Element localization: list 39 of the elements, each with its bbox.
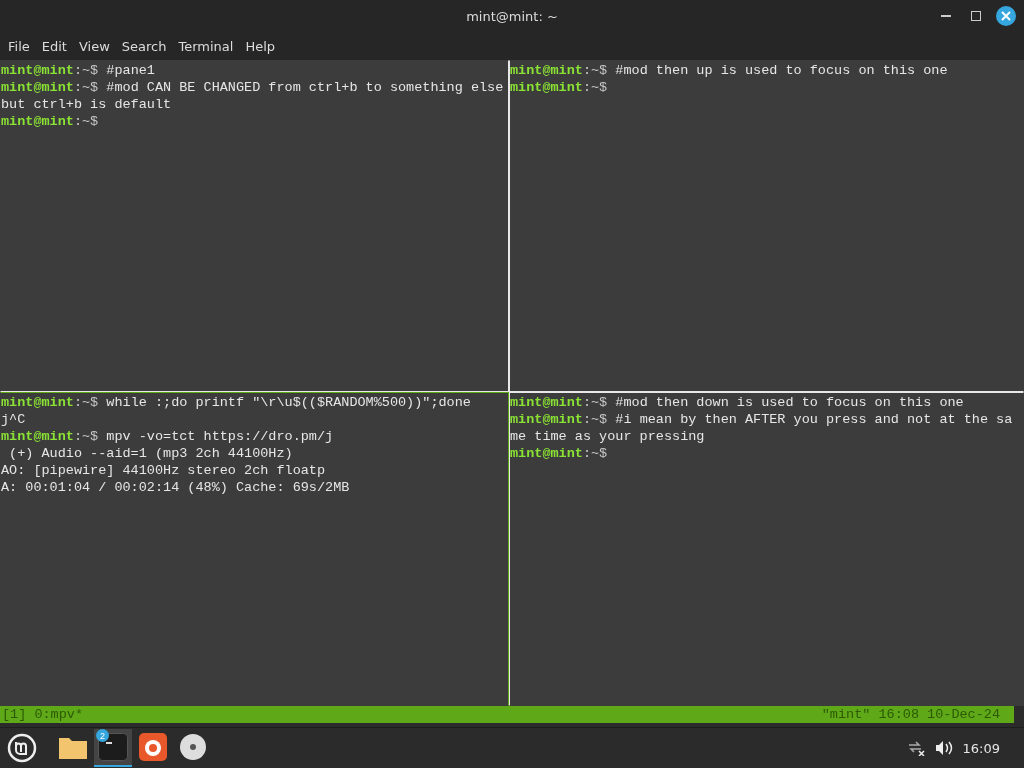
terminal-pane[interactable]: mint@mint:~$ #pane1 mint@mint:~$ #mod CAN BE CHANGED from ctrl+b to something else but ctrl+b is default mint@mint:~$	[0, 60, 509, 392]
prompt-line: mint@mint:~$ #i mean by then AFTER you press and not at the sa	[510, 411, 1014, 428]
close-button[interactable]	[996, 6, 1016, 26]
network-icon	[906, 740, 925, 756]
prompt-line: mint@mint:~$ #pane1	[1, 62, 156, 79]
output-line: (+) Audio --aid=1 (mp3 2ch 44100Hz)	[8, 445, 294, 462]
window-list: [1] 0:mpv*	[2, 707, 83, 722]
prompt-line: mint@mint:~$	[510, 445, 609, 462]
terminal-icon	[98, 733, 128, 761]
prompt-line: mint@mint:~$ mpv -vo=tct https://dro.pm/j	[1, 428, 335, 445]
output-line: A: 00:01:04 / 00:02:14 (48%) Cache: 69s/2MB	[1, 479, 351, 496]
prompt-line: mint@mint:~$ #mod then down is used to focus on this one	[510, 394, 965, 411]
output-line: j^C	[1, 411, 27, 428]
logo	[7, 733, 37, 763]
maximize-icon	[971, 11, 981, 21]
fox-icon	[139, 733, 167, 761]
count-badge: 2	[96, 729, 109, 742]
clock[interactable]: 16:09	[962, 740, 1000, 756]
prompt-line: mint@mint:~$	[1, 113, 100, 130]
prompt-line: mint@mint:~$ while :;do printf "\r\u$(($RANDOM%500))";done	[1, 394, 472, 411]
minimize-icon	[941, 15, 951, 17]
close-icon	[1001, 11, 1011, 21]
window-title: mint@mint: ~	[466, 9, 558, 24]
menu-item[interactable]: Search	[115, 39, 173, 54]
output-line: AO: [pipewire] 44100Hz stereo 2ch floatp	[1, 462, 327, 479]
menu-item[interactable]: View	[72, 39, 116, 54]
menu-item[interactable]: Terminal	[172, 39, 240, 54]
status-info: "mint" 16:08 10-Dec-24	[821, 707, 1000, 722]
menu-item[interactable]: Edit	[35, 39, 73, 54]
disc-icon	[179, 733, 207, 761]
prompt-line: mint@mint:~$ #mod then up is used to focus on this one	[510, 62, 949, 79]
prompt-line: mint@mint:~$	[510, 79, 609, 96]
output-line: but ctrl+b is default	[1, 96, 173, 113]
output-line: me time as your pressing	[510, 428, 706, 445]
volume-icon	[934, 740, 953, 756]
prompt-line: mint@mint:~$ #mod CAN BE CHANGED from ctrl+b to something else	[1, 79, 505, 96]
terminal-pane[interactable]: mint@mint:~$ #mod then up is used to focus on this one mint@mint:~$	[509, 60, 1024, 392]
menu-item[interactable]: Help	[239, 39, 282, 54]
menu-item[interactable]: File	[2, 39, 36, 54]
